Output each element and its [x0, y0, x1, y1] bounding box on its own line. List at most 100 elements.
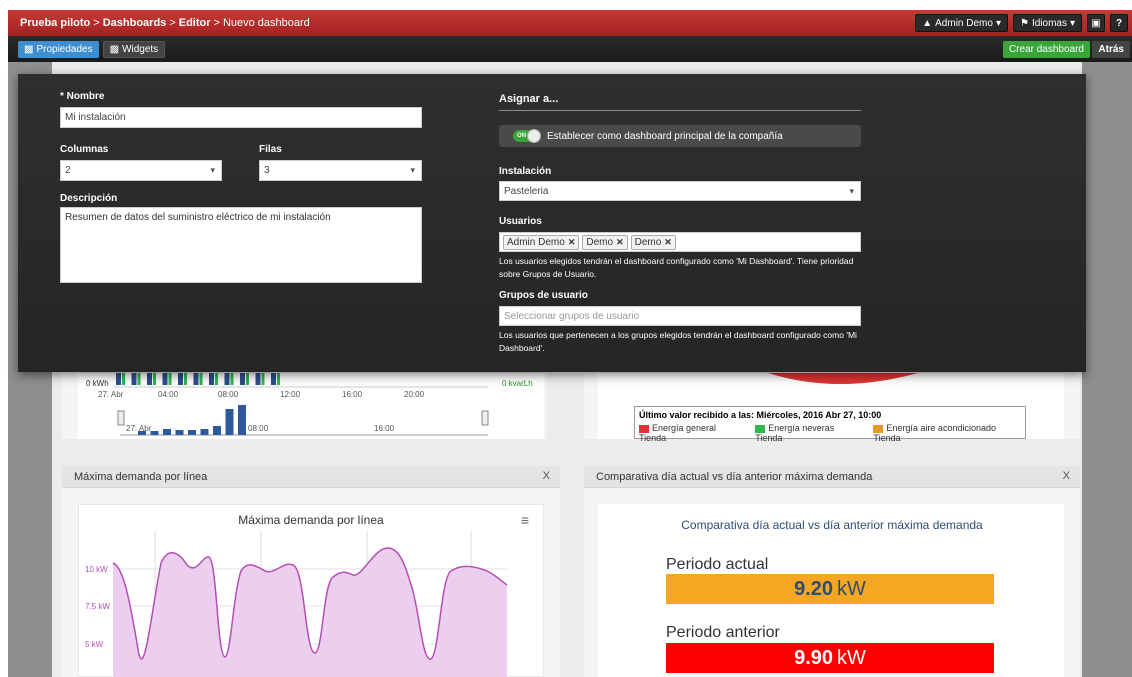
users-help-text: Los usuarios elegidos tendrán el dashboa…: [499, 256, 854, 279]
energy-bar: [246, 373, 249, 385]
max-demand-plot: 10 kW 7.5 kW 5 kW: [85, 531, 508, 677]
energy-bar: [215, 373, 218, 385]
energy-bars: [116, 373, 280, 385]
previous-period-unit: kW: [837, 646, 866, 669]
groups-input[interactable]: Seleccionar grupos de usuario: [499, 306, 861, 326]
legend-item[interactable]: Energía general Tienda: [639, 423, 745, 443]
energy-chart-svg: 0 kWh 0 kvarLh 27. Abr 04:00 08:00 12:00 16:…: [86, 373, 533, 436]
pie-slice: [768, 373, 918, 384]
user-tag[interactable]: Admin Demo ✕: [503, 234, 580, 250]
energy-bar: [168, 373, 172, 385]
energy-bar: [162, 373, 168, 385]
energy-navigator[interactable]: 27. Abr 08:00 16:00: [117, 405, 489, 436]
user-tag[interactable]: Demo ✕: [582, 234, 628, 250]
legend-item[interactable]: Energía aire acondicionado Tienda: [873, 423, 1025, 443]
energy-bar: [178, 373, 183, 385]
energy-chart-widget: 0 kWh 0 kvarLh 27. Abr 04:00 08:00 12:00 16:…: [62, 373, 546, 439]
energy-x-ticks: 27. Abr 04:00 08:00 12:00 16:00 20:00: [98, 390, 425, 399]
energy-bar: [224, 373, 230, 385]
breadcrumb-item-dashboards[interactable]: Dashboards: [103, 17, 167, 29]
tab-properties[interactable]: ▩ Propiedades: [18, 40, 99, 58]
user-tag-label: Admin Demo: [507, 236, 565, 248]
legend-row: Energía general Tienda Energía neveras Ti…: [635, 423, 1025, 443]
breadcrumb-item-prueba-piloto[interactable]: Prueba piloto: [20, 17, 90, 29]
max-demand-widget: Máxima demanda por línea X Máxima demand…: [62, 466, 560, 677]
remove-tag-icon[interactable]: ✕: [568, 237, 576, 248]
remove-tag-icon[interactable]: ✕: [664, 237, 672, 248]
breadcrumb-item-editor[interactable]: Editor: [179, 17, 211, 29]
description-textarea[interactable]: Resumen de datos del suministro eléctric…: [60, 207, 422, 283]
close-widget-button[interactable]: X: [1063, 470, 1070, 482]
navigator-bar: [188, 430, 196, 435]
energy-x-tick: 12:00: [280, 390, 301, 399]
breadcrumb-separator: >: [93, 17, 100, 29]
name-label: * Nombre: [60, 91, 105, 102]
back-button[interactable]: Atrás: [1092, 41, 1130, 58]
navigator-bar: [200, 429, 209, 435]
tab-widgets-label: Widgets: [122, 43, 159, 55]
energy-bar: [131, 373, 137, 385]
energy-bar: [255, 373, 261, 385]
remove-tag-icon[interactable]: ✕: [616, 237, 624, 248]
editor-toolbar: ▩ Propiedades ▩ Widgets Crear dashboard …: [8, 36, 1132, 62]
legend-label: Energía aire acondicionado Tienda: [873, 423, 996, 443]
legend-label: Energía general Tienda: [639, 423, 717, 443]
energy-bar: [122, 373, 125, 385]
energy-bar: [240, 373, 245, 385]
y-tick-label: 5 kW: [85, 640, 104, 649]
columns-value: 2: [65, 165, 71, 176]
compare-header-title: Comparativa día actual vs día anterior m…: [596, 470, 873, 483]
rows-label: Filas: [259, 144, 282, 155]
assign-divider: [499, 110, 861, 111]
installation-label: Instalación: [499, 166, 552, 177]
window-button[interactable]: ▣: [1087, 14, 1105, 32]
help-button[interactable]: ?: [1110, 14, 1128, 32]
legend-label: Energía neveras Tienda: [755, 423, 835, 443]
legend-swatch: [873, 424, 884, 433]
legend-item[interactable]: Energía neveras Tienda: [755, 423, 863, 443]
name-input[interactable]: Mi instalación: [60, 107, 422, 128]
pie-legend: Último valor recibido a las: Miércoles, …: [634, 406, 1026, 443]
user-menu-button[interactable]: ▲ Admin Demo ▾: [915, 14, 1008, 32]
toggle-text: Establecer como dashboard principal de l…: [547, 130, 783, 142]
energy-bar: [184, 373, 187, 385]
current-period-unit: kW: [837, 577, 866, 600]
navigator-bar: [238, 405, 246, 435]
max-demand-chart: Máxima demanda por línea ≡ 10 kW 7.5 kW 5 …: [78, 504, 544, 677]
rows-select[interactable]: 3: [259, 160, 422, 181]
navigator-bar: [225, 409, 234, 435]
navigator-bar: [163, 429, 171, 435]
demand-area: [113, 548, 507, 677]
toggle-knob: [527, 129, 541, 143]
description-label: Descripción: [60, 193, 118, 204]
max-demand-header-title: Máxima demanda por línea: [74, 470, 208, 483]
user-tag[interactable]: Demo ✕: [630, 234, 676, 250]
main-dashboard-toggle[interactable]: ON: [513, 129, 541, 143]
user-tag-label: Demo: [634, 236, 662, 248]
legend-swatch: [639, 424, 649, 433]
breadcrumb-current: Nuevo dashboard: [222, 17, 310, 29]
energy-bar: [230, 373, 234, 385]
languages-menu-button[interactable]: ⚑ Idiomas ▾: [1012, 14, 1082, 32]
top-bar: Prueba piloto > Dashboards > Editor > Nuevo da…: [8, 10, 1132, 36]
energy-bar: [199, 373, 203, 385]
compare-header: Comparativa día actual vs día anterior m…: [584, 466, 1080, 488]
pie-chart-widget: Último valor recibido a las: Miércoles, …: [584, 373, 1080, 443]
users-input[interactable]: Admin Demo ✕ Demo ✕ Demo ✕: [499, 232, 861, 252]
compare-title: Comparativa día actual vs día anterior m…: [681, 518, 983, 532]
users-label: Usuarios: [499, 216, 542, 227]
close-widget-button[interactable]: X: [543, 470, 550, 482]
current-period-value: 9.20: [794, 577, 834, 600]
chevron-down-icon: ▾: [995, 17, 1001, 29]
tab-widgets[interactable]: ▩ Widgets: [102, 40, 166, 58]
flag-icon: ⚑: [1019, 17, 1029, 29]
user-tag-label: Demo: [586, 236, 614, 248]
create-dashboard-button[interactable]: Crear dashboard: [1002, 41, 1090, 58]
previous-period-label: Periodo anterior: [666, 624, 780, 641]
installation-select[interactable]: Pasteleria: [499, 181, 861, 201]
energy-x-tick: 04:00: [158, 390, 179, 399]
navigator-bar: [175, 430, 184, 435]
columns-select[interactable]: 2: [60, 160, 222, 181]
energy-bar: [116, 373, 121, 385]
energy-bar: [193, 373, 199, 385]
